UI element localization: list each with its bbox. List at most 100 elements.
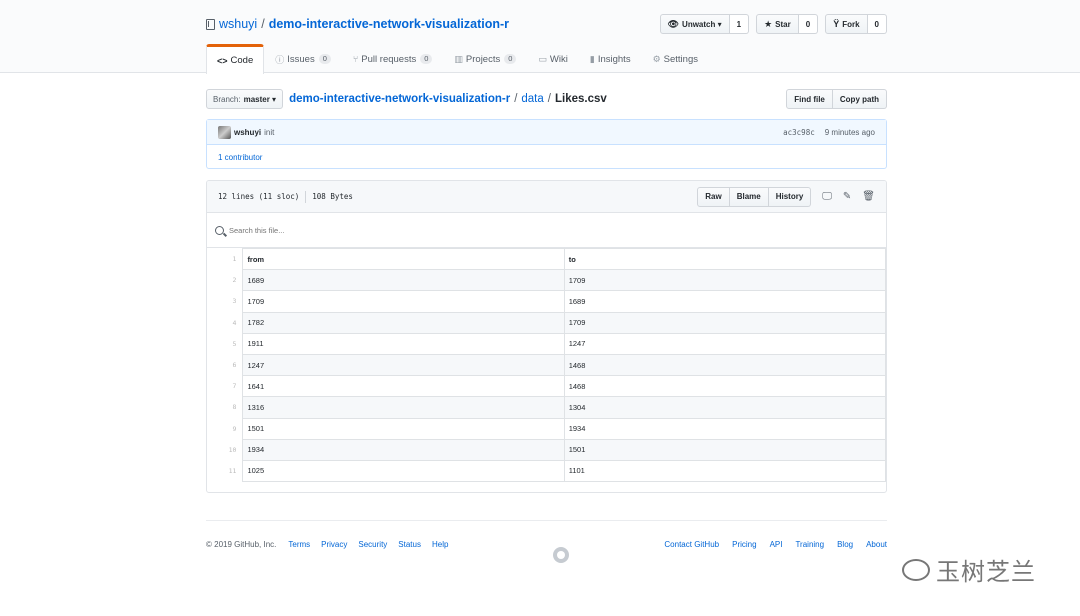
table-row: 11 1025 1101 (207, 459, 886, 483)
table-row: 9 1501 1934 (207, 417, 886, 440)
github-logo-icon[interactable] (553, 547, 569, 563)
pulls-count-badge: 0 (420, 54, 433, 64)
table-cell: 1709 (563, 269, 886, 292)
line-number[interactable]: 10 (207, 439, 243, 460)
breadcrumb-dir[interactable]: data (521, 93, 543, 105)
footer-link-status[interactable]: Status (398, 540, 421, 549)
branch-selector[interactable]: Branch: master ▾ (206, 89, 284, 109)
issue-icon: ⓘ (275, 54, 285, 65)
table-header-row: 1 from to (207, 247, 886, 271)
fork-count[interactable]: 0 (867, 14, 887, 34)
repo-title-row: wshuyi / demo-interactive-network-visual… (206, 14, 887, 34)
file-lines-info: 12 lines (11 sloc) (218, 192, 300, 201)
breadcrumb-root[interactable]: demo-interactive-network-visualization-r (289, 93, 510, 105)
file-search-row (207, 213, 886, 248)
footer-link-pricing[interactable]: Pricing (732, 540, 756, 549)
footer-link-help[interactable]: Help (432, 540, 448, 549)
footer-link-contact[interactable]: Contact GitHub (664, 540, 719, 549)
star-count[interactable]: 0 (798, 14, 819, 34)
commit-tease: wshuyi init ac3c98c 9 minutes ago 1 cont… (206, 119, 887, 169)
watch-count[interactable]: 1 (729, 14, 750, 34)
footer-link-about[interactable]: About (866, 540, 887, 549)
project-icon: ▥ (454, 53, 463, 64)
search-input[interactable] (229, 225, 429, 235)
star-label: Star (775, 19, 791, 29)
fork-icon: Ÿ (833, 19, 840, 29)
line-number[interactable]: 8 (207, 397, 243, 418)
table-cell: 1709 (563, 311, 886, 334)
table-row: 7 1641 1468 (207, 375, 886, 398)
line-number[interactable]: 5 (207, 333, 243, 354)
breadcrumb-separator: / (547, 93, 551, 105)
find-file-button[interactable]: Find file (786, 89, 833, 109)
unwatch-label: Unwatch (682, 19, 716, 29)
fork-group: Ÿ Fork 0 (825, 14, 887, 34)
line-number[interactable]: 1 (207, 249, 243, 270)
repo-header: wshuyi / demo-interactive-network-visual… (0, 0, 1080, 74)
repo-icon (206, 18, 215, 30)
line-number[interactable]: 11 (207, 460, 243, 481)
avatar[interactable] (218, 125, 231, 139)
line-number[interactable]: 9 (207, 418, 243, 439)
issues-count-badge: 0 (318, 54, 331, 64)
watermark: 玉树芝兰 (902, 552, 1036, 587)
footer-link-privacy[interactable]: Privacy (321, 540, 347, 549)
tab-projects[interactable]: ▥ Projects 0 (443, 44, 527, 73)
tab-pull-requests[interactable]: ⑂ Pull requests 0 (342, 44, 444, 73)
line-number[interactable]: 7 (207, 376, 243, 397)
table-row: 6 1247 1468 (207, 353, 886, 377)
commit-author[interactable]: wshuyi (234, 128, 261, 137)
repo-owner-link[interactable]: wshuyi (219, 17, 257, 31)
table-cell: 1025 (242, 459, 565, 483)
watermark-text: 玉树芝兰 (936, 558, 1036, 586)
contributors-link[interactable]: 1 contributor (218, 153, 262, 162)
table-row: 10 1934 1501 (207, 438, 886, 461)
line-number[interactable]: 2 (207, 270, 243, 291)
pencil-icon[interactable]: ✎ (843, 191, 851, 202)
repo-separator: / (261, 17, 265, 31)
blame-button[interactable]: Blame (729, 186, 769, 207)
repo-name-link[interactable]: demo-interactive-network-visualization-r (269, 17, 509, 31)
gear-icon: ⚙ (652, 53, 661, 64)
star-icon: ★ (764, 18, 773, 29)
tab-wiki[interactable]: ▭ Wiki (527, 44, 578, 73)
table-cell: 1689 (563, 290, 886, 313)
tab-settings[interactable]: ⚙ Settings (642, 44, 709, 73)
footer-link-blog[interactable]: Blog (837, 540, 853, 549)
table-cell: 1247 (563, 332, 886, 355)
divider (305, 190, 307, 203)
code-icon: <> (217, 55, 228, 66)
file-navigation: Branch: master ▾ demo-interactive-networ… (206, 89, 887, 109)
branch-label: Branch: (213, 94, 241, 104)
tab-insights[interactable]: ▮ Insights (579, 44, 642, 73)
star-button[interactable]: ★ Star (756, 14, 799, 34)
file-actions: Raw Blame History 🖵 ✎ 🗑 (697, 186, 875, 207)
commit-message[interactable]: init (264, 128, 274, 137)
footer-link-api[interactable]: API (770, 540, 783, 549)
line-number[interactable]: 4 (207, 312, 243, 333)
table-cell: 1468 (563, 353, 886, 377)
fork-button[interactable]: Ÿ Fork (825, 14, 868, 34)
desktop-icon[interactable]: 🖵 (822, 191, 832, 202)
site-footer: © 2019 GitHub, Inc. Terms Privacy Securi… (206, 520, 887, 568)
repo-actions: 👁 Unwatch ▾ 1 ★ Star 0 Ÿ Fork 0 (659, 14, 887, 34)
raw-button[interactable]: Raw (697, 186, 730, 207)
tab-issues[interactable]: ⓘ Issues 0 (264, 44, 342, 73)
line-number[interactable]: 6 (207, 354, 243, 375)
footer-link-training[interactable]: Training (795, 540, 824, 549)
trash-icon[interactable]: 🗑 (862, 191, 875, 202)
copy-path-button[interactable]: Copy path (832, 89, 887, 109)
history-button[interactable]: History (768, 186, 812, 207)
commit-sha[interactable]: ac3c98c (783, 128, 815, 137)
footer-link-security[interactable]: Security (358, 540, 387, 549)
tab-label: Wiki (549, 53, 568, 65)
footer-link-terms[interactable]: Terms (288, 540, 310, 549)
tab-code[interactable]: <> Code (206, 44, 265, 74)
unwatch-button[interactable]: 👁 Unwatch ▾ (659, 14, 730, 34)
file-nav-actions: Find file Copy path (786, 89, 887, 109)
projects-count-badge: 0 (504, 54, 517, 64)
line-number[interactable]: 3 (207, 291, 243, 312)
breadcrumb-file: Likes.csv (554, 93, 607, 105)
fork-label: Fork (842, 19, 860, 29)
table-row: 5 1911 1247 (207, 332, 886, 355)
